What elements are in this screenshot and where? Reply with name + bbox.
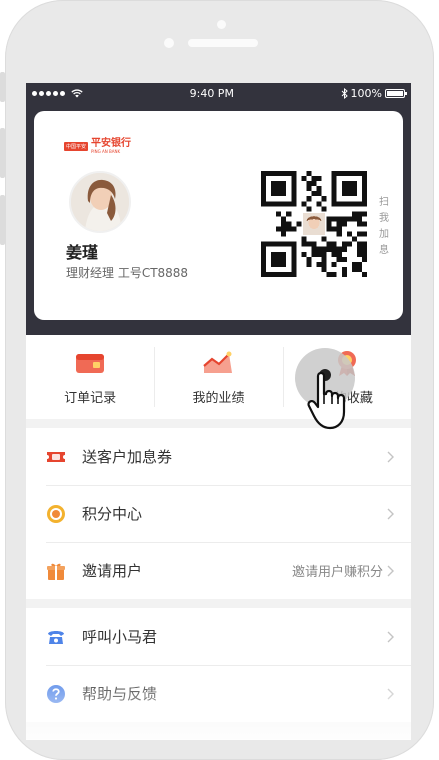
scan-hint-char: 加 <box>379 229 389 240</box>
chevron-right-icon <box>387 631 394 642</box>
business-card: 中国平安 平安银行 PING AN BANK 姜瑾 理财经理 工号CT8888 <box>34 111 403 320</box>
scan-hint-char: 息 <box>379 245 389 256</box>
volume-down-button <box>0 195 5 245</box>
bank-badge: 中国平安 <box>64 142 89 151</box>
menu-row-invite-users[interactable]: 邀请用户 邀请用户赚积分 <box>26 542 411 599</box>
chevron-right-icon <box>387 508 394 519</box>
profile-header: 中国平安 平安银行 PING AN BANK 姜瑾 理财经理 工号CT8888 <box>26 103 411 335</box>
chevron-right-icon <box>387 565 394 576</box>
quick-action-order-record[interactable]: 订单记录 <box>26 335 154 419</box>
menu-row-send-coupon[interactable]: 送客户加息券 <box>26 428 411 485</box>
sensor <box>164 38 174 48</box>
menu-row-label: 邀请用户 <box>82 562 143 580</box>
status-bar: 9:40 PM 100% <box>26 83 411 103</box>
performance-chart-icon <box>203 351 233 373</box>
help-icon <box>46 684 66 704</box>
bank-name-en: PING AN BANK <box>91 149 121 154</box>
speaker <box>188 39 258 47</box>
scan-hint-char: 扫 <box>379 197 389 208</box>
menu-row-label: 帮助与反馈 <box>82 685 158 703</box>
volume-up-button <box>0 128 5 178</box>
bluetooth-icon <box>341 87 348 99</box>
menu-row-call-assistant[interactable]: 呼叫小马君 <box>26 608 411 665</box>
status-time: 9:40 PM <box>189 86 234 100</box>
quick-action-performance[interactable]: 我的业绩 <box>154 335 282 419</box>
menu-group-support: 呼叫小马君 帮助与反馈 <box>26 608 411 722</box>
chevron-right-icon <box>387 451 394 462</box>
battery-icon <box>385 88 407 98</box>
app-screen: 9:40 PM 100% 中国平安 平安银行 PING AN BANK 姜瑾 理… <box>26 83 411 740</box>
quick-action-label: 订单记录 <box>64 390 117 406</box>
bank-logo: 中国平安 平安银行 PING AN BANK <box>64 139 131 154</box>
points-icon <box>46 504 66 524</box>
menu-row-help-feedback[interactable]: 帮助与反馈 <box>26 665 411 722</box>
menu-group-main: 送客户加息券 积分中心 邀请用户 邀请用户赚积分 <box>26 428 411 599</box>
scan-hint: 扫 我 加 息 <box>378 195 390 259</box>
coupon-icon <box>46 447 66 467</box>
scan-hint-char: 我 <box>379 213 389 224</box>
menu-row-label: 送客户加息券 <box>82 448 173 466</box>
qr-code[interactable] <box>261 171 367 277</box>
menu-row-points-center[interactable]: 积分中心 <box>26 485 411 542</box>
advisor-name: 姜瑾 <box>66 243 99 262</box>
advisor-role: 理财经理 工号CT8888 <box>66 266 189 280</box>
gift-icon <box>46 561 66 581</box>
phone-icon <box>46 627 66 647</box>
avatar <box>69 171 131 233</box>
menu-row-label: 呼叫小马君 <box>82 628 158 646</box>
bank-name: 平安银行 <box>91 138 132 149</box>
order-record-icon <box>76 353 105 373</box>
quick-action-label: 我的业绩 <box>192 390 245 406</box>
chevron-right-icon <box>387 688 394 699</box>
battery-percent: 100% <box>350 86 382 100</box>
mute-switch <box>0 72 5 102</box>
wifi-icon <box>71 88 83 97</box>
pointer-hand-icon <box>307 372 346 430</box>
signal-icon <box>32 90 65 96</box>
menu-row-hint: 邀请用户赚积分 <box>291 565 383 580</box>
menu-row-label: 积分中心 <box>82 505 143 523</box>
camera <box>217 20 226 29</box>
